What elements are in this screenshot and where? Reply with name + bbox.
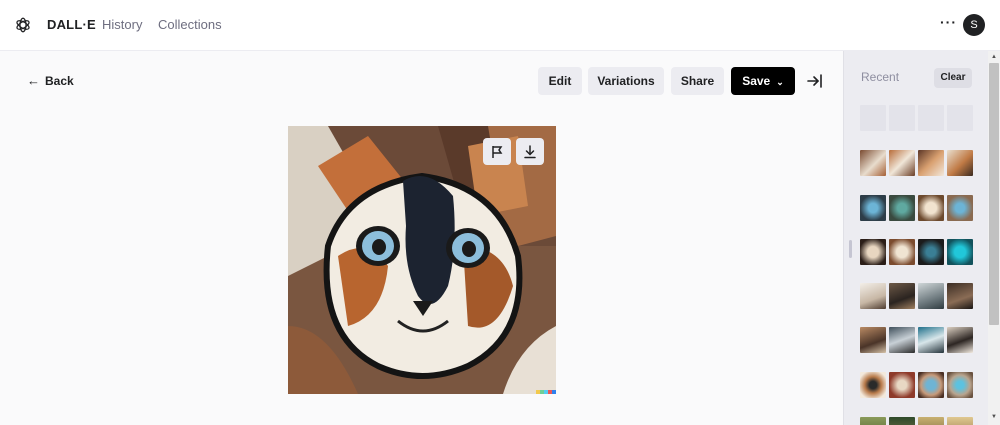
- thumbnail[interactable]: [918, 327, 944, 353]
- save-label: Save: [742, 74, 771, 88]
- recent-heading: Recent: [861, 70, 900, 84]
- chevron-down-icon: ⌄: [776, 77, 784, 87]
- thumbnail[interactable]: [947, 417, 973, 425]
- thumbnail-placeholder: [860, 105, 886, 131]
- top-nav-bar: DALL·E History Collections ··· S: [0, 0, 1000, 51]
- thumbnail[interactable]: [860, 327, 886, 353]
- thumbnail-placeholder: [889, 105, 915, 131]
- sidebar-resize-handle[interactable]: [849, 240, 852, 258]
- collapse-sidebar-icon[interactable]: [806, 72, 824, 90]
- nav-collections[interactable]: Collections: [158, 17, 222, 32]
- thumbnail[interactable]: [860, 283, 886, 309]
- save-button[interactable]: Save ⌄: [731, 67, 795, 95]
- thumbnail-row: [860, 417, 973, 425]
- report-button[interactable]: [483, 138, 511, 165]
- thumbnail-row: [860, 239, 973, 265]
- generated-image[interactable]: [288, 126, 556, 394]
- thumbnail[interactable]: [889, 372, 915, 398]
- clear-button[interactable]: Clear: [934, 68, 972, 88]
- thumbnail-row: [860, 372, 973, 398]
- back-button[interactable]: ← Back: [27, 73, 74, 88]
- nav-history[interactable]: History: [102, 17, 142, 32]
- thumbnail[interactable]: [918, 195, 944, 221]
- variations-button[interactable]: Variations: [588, 67, 664, 95]
- thumbnail[interactable]: [947, 195, 973, 221]
- thumbnail-row: [860, 283, 973, 309]
- thumbnail-placeholder: [947, 105, 973, 131]
- avatar[interactable]: S: [963, 14, 985, 36]
- thumbnail[interactable]: [947, 372, 973, 398]
- thumbnail-row: [860, 327, 973, 353]
- thumbnail[interactable]: [918, 372, 944, 398]
- thumbnail[interactable]: [918, 417, 944, 425]
- thumbnail[interactable]: [860, 195, 886, 221]
- thumbnail[interactable]: [889, 150, 915, 176]
- thumbnail-row: [860, 150, 973, 176]
- download-button[interactable]: [516, 138, 544, 165]
- share-button[interactable]: Share: [671, 67, 724, 95]
- thumbnail[interactable]: [860, 150, 886, 176]
- thumbnail[interactable]: [860, 417, 886, 425]
- thumbnail[interactable]: [947, 150, 973, 176]
- thumbnail[interactable]: [918, 239, 944, 265]
- brand-name[interactable]: DALL·E: [47, 17, 96, 32]
- thumbnail[interactable]: [889, 283, 915, 309]
- recent-sidebar: Recent Clear: [843, 51, 1000, 425]
- back-label: Back: [45, 74, 74, 88]
- scroll-up-icon[interactable]: ▲: [991, 54, 997, 60]
- thumbnail[interactable]: [889, 239, 915, 265]
- arrow-left-icon: ←: [27, 73, 40, 88]
- thumbnail[interactable]: [918, 150, 944, 176]
- edit-button[interactable]: Edit: [538, 67, 582, 95]
- thumbnail[interactable]: [947, 239, 973, 265]
- placeholder-row: [860, 105, 973, 131]
- thumbnail-row: [860, 195, 973, 221]
- more-options-icon[interactable]: ···: [940, 14, 957, 30]
- thumbnail[interactable]: [947, 283, 973, 309]
- thumbnail[interactable]: [889, 327, 915, 353]
- thumbnail[interactable]: [860, 239, 886, 265]
- scroll-down-icon[interactable]: ▼: [991, 414, 997, 420]
- thumbnail-placeholder: [918, 105, 944, 131]
- thumbnail[interactable]: [860, 372, 886, 398]
- flag-icon: [492, 146, 503, 158]
- thumbnail[interactable]: [918, 283, 944, 309]
- thumbnail[interactable]: [889, 417, 915, 425]
- openai-logo-icon[interactable]: [14, 16, 32, 34]
- download-icon: [524, 145, 536, 159]
- scrollbar-thumb[interactable]: [989, 63, 999, 325]
- thumbnail[interactable]: [889, 195, 915, 221]
- thumbnail[interactable]: [947, 327, 973, 353]
